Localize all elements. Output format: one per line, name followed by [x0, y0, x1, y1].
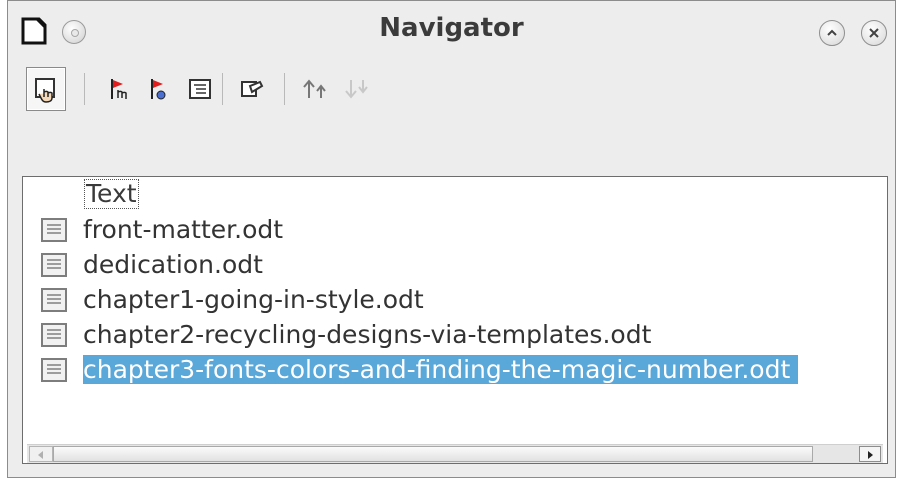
horizontal-scrollbar[interactable] [27, 444, 883, 463]
move-up-icon [303, 79, 326, 98]
navigator-window: Navigator Text front-matter.odt dedicati… [7, 0, 896, 478]
roll-up-button[interactable] [819, 20, 845, 46]
drag-mode-button[interactable] [26, 67, 66, 111]
edit-button[interactable] [232, 67, 272, 111]
tree-item-chapter3[interactable]: chapter3-fonts-colors-and-finding-the-ma… [41, 353, 881, 387]
content-view-button[interactable] [180, 67, 220, 111]
document-list-icon [41, 288, 67, 312]
selected-item-text: chapter3-fonts-colors-and-finding-the-ma… [83, 355, 799, 384]
close-icon [869, 28, 879, 38]
window-title: Navigator [379, 13, 524, 43]
navigator-toolbar [22, 67, 622, 117]
demote-chapter-icon [151, 79, 166, 100]
move-down-icon [345, 80, 368, 99]
chevron-up-icon [827, 29, 837, 36]
title-bar[interactable]: Navigator [8, 1, 895, 61]
scrollbar-thumb[interactable] [53, 446, 813, 462]
document-list-icon [41, 218, 67, 242]
tree-item-label: front-matter.odt [83, 215, 284, 244]
move-down-button[interactable] [336, 67, 376, 111]
document-list-icon [41, 323, 67, 347]
edit-icon [241, 80, 264, 97]
tree-root-label[interactable]: Text [84, 179, 139, 209]
tree-item-chapter2[interactable]: chapter2-recycling-designs-via-templates… [41, 318, 881, 352]
document-list-icon [41, 253, 67, 277]
document-list-icon [41, 358, 67, 382]
navigator-tree[interactable]: Text front-matter.odt dedication.odt cha… [22, 176, 888, 464]
close-button[interactable] [861, 20, 887, 46]
tree-item-dedication[interactable]: dedication.odt [41, 248, 881, 282]
right-arrow-icon [868, 451, 873, 459]
tree-item-label: chapter3-fonts-colors-and-finding-the-ma… [83, 353, 881, 387]
content-view-icon [189, 79, 211, 99]
tree-item-chapter1[interactable]: chapter1-going-in-style.odt [41, 283, 881, 317]
demote-chapter-button[interactable] [140, 67, 180, 111]
tree-item-label: dedication.odt [83, 250, 263, 279]
tree-item-label: chapter1-going-in-style.odt [83, 285, 424, 314]
tree-item-front-matter[interactable]: front-matter.odt [41, 213, 881, 247]
left-arrow-icon [38, 451, 43, 459]
promote-chapter-button[interactable] [100, 67, 140, 111]
scroll-right-button[interactable] [859, 446, 881, 462]
drag-mode-icon [35, 78, 55, 103]
promote-chapter-icon [111, 79, 127, 99]
move-up-button[interactable] [294, 67, 334, 111]
scroll-left-button[interactable] [29, 446, 53, 462]
tree-item-label: chapter2-recycling-designs-via-templates… [83, 320, 652, 349]
